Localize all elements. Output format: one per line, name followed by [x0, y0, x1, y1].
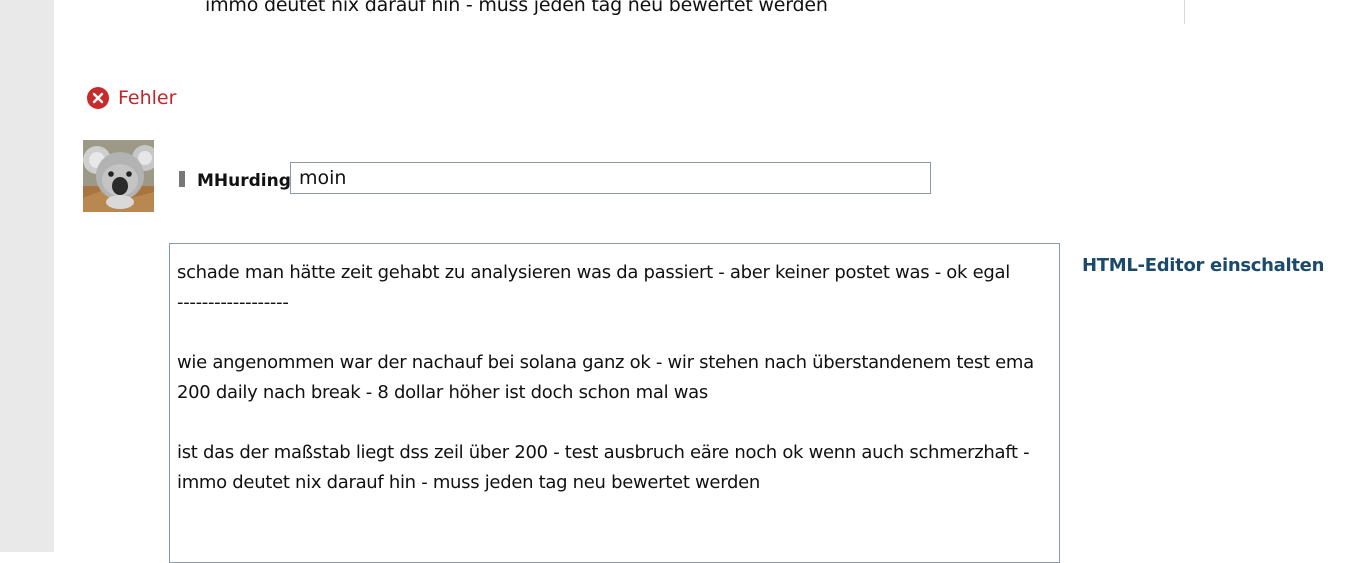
- author-marker: [179, 171, 185, 187]
- error-label: Fehler: [118, 87, 177, 109]
- author-name: MHurding:: [197, 171, 298, 191]
- editor-line: schade man hätte zeit gehabt zu analysie…: [177, 262, 1010, 283]
- editor-line: ------------------: [177, 292, 289, 313]
- editor-line: wie angenommen war der nachauf bei solan…: [177, 352, 1034, 403]
- message-editor[interactable]: schade man hätte zeit gehabt zu analysie…: [169, 243, 1060, 563]
- error-x-icon: [87, 87, 109, 109]
- koala-avatar: [83, 140, 154, 212]
- html-editor-toggle-link[interactable]: HTML-Editor einschalten: [1082, 255, 1324, 276]
- subject-input[interactable]: [290, 162, 931, 194]
- divider: [1184, 0, 1185, 24]
- previous-post-text: immo deutet nix darauf hin - muss jeden …: [205, 0, 828, 16]
- error-message: Fehler: [87, 86, 176, 110]
- editor-line: [177, 408, 1052, 438]
- left-gutter: [0, 0, 54, 552]
- editor-line: [177, 318, 1052, 348]
- editor-line: ist das der maßstab liegt dss zeil über …: [177, 442, 1030, 493]
